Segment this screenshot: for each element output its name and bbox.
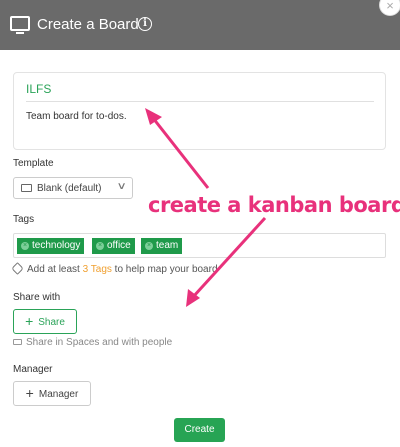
- divider: [26, 101, 374, 102]
- board-details-card: ILFS Team board for to-dos.: [13, 72, 386, 150]
- tag-chip[interactable]: × team: [141, 238, 183, 254]
- dialog-title: Create a Board: [37, 16, 139, 33]
- annotation-label: create a kanban board: [148, 193, 400, 217]
- tag-label: team: [156, 240, 179, 251]
- tags-input[interactable]: × technology × office × team: [13, 233, 386, 258]
- tag-chip[interactable]: × technology: [17, 238, 85, 254]
- tags-hint: Add at least 3 Tags to help map your boa…: [11, 262, 218, 275]
- template-select[interactable]: Blank (default) ∨: [13, 177, 133, 199]
- hint-prefix: Add at least: [27, 264, 80, 275]
- chevron-down-icon: ∨: [116, 181, 127, 192]
- tags-label: Tags: [13, 214, 35, 225]
- tag-chip[interactable]: × office: [92, 238, 135, 254]
- template-icon: [21, 184, 32, 192]
- share-note: Share in Spaces and with people: [13, 337, 172, 348]
- create-button[interactable]: Create: [174, 418, 225, 442]
- manager-button[interactable]: + Manager: [13, 381, 91, 406]
- remove-tag-icon[interactable]: ×: [21, 242, 29, 250]
- tag-label: office: [107, 240, 131, 251]
- hint-count: 3 Tags: [82, 264, 112, 275]
- share-label: Share with: [13, 292, 61, 303]
- annotation-arrows: [145, 108, 267, 307]
- template-label: Template: [13, 158, 54, 169]
- info-icon[interactable]: i: [138, 17, 152, 31]
- close-button[interactable]: ×: [379, 0, 400, 16]
- hint-suffix: to help map your board: [114, 264, 218, 275]
- tag-label: technology: [32, 240, 81, 251]
- plus-icon: +: [25, 313, 34, 329]
- tag-icon: [11, 262, 24, 275]
- remove-tag-icon[interactable]: ×: [96, 242, 104, 250]
- board-description-input[interactable]: Team board for to-dos.: [26, 111, 127, 122]
- share-button-label: Share: [38, 317, 65, 328]
- manager-label: Manager: [13, 364, 53, 375]
- remove-tag-icon[interactable]: ×: [145, 242, 153, 250]
- manager-button-label: Manager: [38, 389, 79, 400]
- board-name-input[interactable]: ILFS: [26, 82, 51, 96]
- share-note-text: Share in Spaces and with people: [26, 337, 173, 348]
- plus-icon: +: [25, 385, 34, 401]
- dialog-header: Create a Board i: [0, 0, 400, 50]
- share-button[interactable]: + Share: [13, 309, 77, 334]
- share-icon: [13, 339, 22, 345]
- template-value: Blank (default): [37, 183, 102, 194]
- arrowhead-share: [186, 289, 200, 307]
- board-icon: [10, 16, 30, 34]
